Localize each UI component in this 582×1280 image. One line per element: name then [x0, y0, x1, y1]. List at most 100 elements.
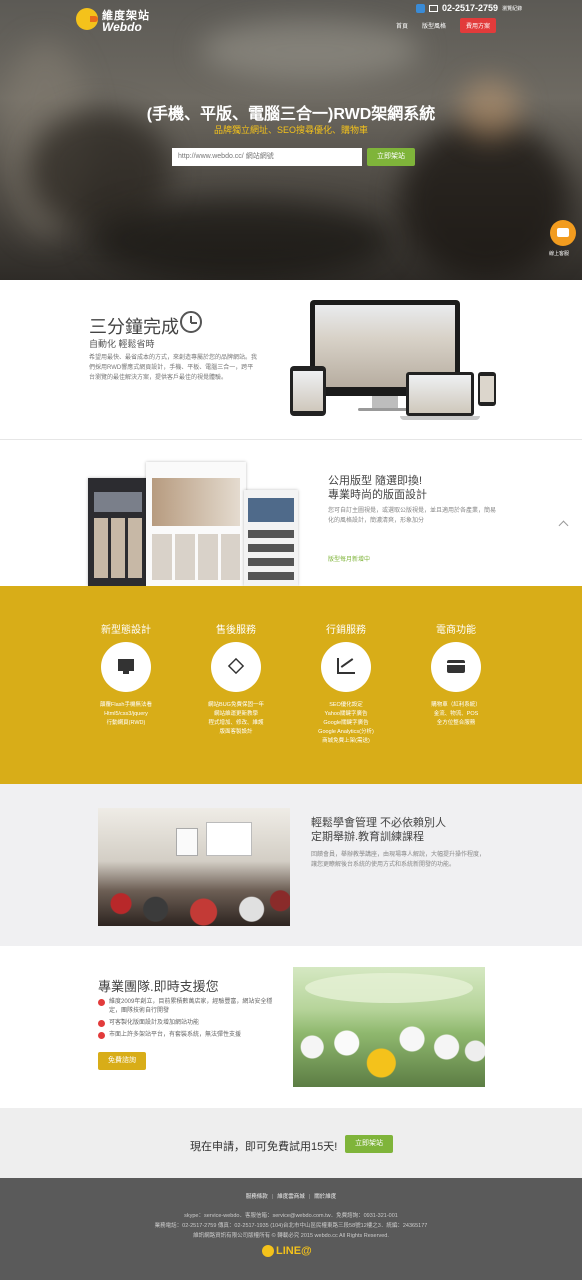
bird-icon	[262, 1245, 274, 1257]
hero-bg-shape	[200, 20, 420, 80]
template-preview	[244, 490, 298, 586]
feature-line: 全方位整合服務	[436, 720, 476, 726]
feature-line: 購物車（紅利系統）	[431, 702, 481, 708]
section-text: 您可自訂主圖視覺，或選取公版視覺，並且適用於各產業，簡易化的風格設計，簡濃清爽，…	[328, 508, 497, 524]
section-heading: 三分鐘完成	[89, 317, 179, 337]
section-quick-setup: 三分鐘完成 自動化 輕鬆省時 希望用最快、最省成本的方式，來創造專屬於您的品牌網…	[0, 280, 582, 440]
feature-desc: 購物車（紅利系統） 金流、物流、POS 全方位整合服務	[401, 701, 511, 728]
feature-desc: 顛覆Flash手機無法看 Html5/css3/jquery 行動網頁(RWD)	[71, 701, 181, 728]
section-heading: 專業團隊.即時支援您	[98, 979, 219, 994]
section-heading: 公用版型 隨選即換! 專業時尚的版面設計	[328, 474, 528, 502]
hero-bg-shape	[400, 120, 570, 280]
list-item: 維度2009年創立，目前累積數萬店家，經驗豐富，網站安全穩定，團隊技術自行開發	[98, 998, 278, 1016]
template-preview	[146, 462, 246, 586]
chat-label[interactable]: 線上客服	[549, 250, 569, 257]
classroom-photo	[98, 808, 290, 926]
feature-title: 行銷服務	[326, 625, 366, 636]
heading-line: 專業時尚的版面設計	[328, 489, 427, 501]
check-icon	[98, 999, 105, 1006]
section-subheading: 自動化 輕鬆省時	[89, 339, 155, 349]
laptop-keyboard	[400, 416, 480, 420]
hero-start-button[interactable]: 立即架站	[367, 148, 415, 166]
history-link[interactable]: 瀏覽紀錄	[502, 5, 522, 12]
feature-line: Google關鍵字廣告	[323, 720, 369, 726]
section-text: 希望用最快、最省成本的方式，來創造專屬於您的品牌網站。我們採用RWD響應式網頁設…	[89, 355, 258, 381]
templates-link[interactable]: 版型每月新增中	[328, 554, 370, 563]
free-consult-button[interactable]: 免費諮詢	[98, 1052, 146, 1070]
contact-bar: 02-2517-2759 瀏覽紀錄	[416, 3, 522, 13]
clock-icon	[180, 311, 202, 333]
line-at-logo[interactable]: LINE@	[262, 1244, 312, 1258]
main-nav: 首頁 版型風格 費用方案	[396, 18, 497, 33]
laptop-image	[400, 372, 480, 424]
team-members	[293, 1007, 485, 1087]
list-item: 市面上許多架站平台，有套裝系統，無法彈性支援	[98, 1031, 278, 1040]
card-icon	[447, 660, 465, 673]
footer-links: 服務條款 | 維度雲商城 | 關於維度	[0, 1192, 582, 1200]
feature-circle	[211, 642, 261, 692]
site-logo[interactable]: 維度架站 Webdo	[76, 6, 156, 34]
feature-title: 新型態設計	[101, 625, 151, 636]
feature-circle	[321, 642, 371, 692]
footer-address: 業務電話：02-2517-2759 傳真：02-2517-1935 (104)台…	[154, 1223, 428, 1229]
team-feature-list: 維度2009年創立，目前累積數萬店家，經驗豐富，網站安全穩定，團隊技術自行開發 …	[98, 998, 278, 1043]
feature-title: 售後服務	[216, 625, 256, 636]
feature-line: 程式增加、修改、維護	[208, 720, 264, 726]
list-item-text: 可客製化版面設計及增加網站功能	[109, 1020, 200, 1026]
chat-icon[interactable]	[550, 220, 576, 246]
list-item-text: 市面上許多架站平台，有套裝系統，無法彈性支援	[109, 1032, 242, 1038]
team-banner	[305, 973, 473, 1003]
diamond-icon	[227, 657, 245, 675]
template-screenshots	[88, 462, 298, 586]
mail-icon[interactable]	[429, 4, 438, 12]
laptop-screen	[406, 372, 474, 416]
phone-number: 02-2517-2759	[442, 3, 499, 13]
feature-title: 電商功能	[436, 625, 476, 636]
nav-item-templates[interactable]: 版型風格	[422, 21, 446, 30]
trial-text: 現在申請，即可免費試用15天!	[190, 1141, 338, 1153]
list-item: 可客製化版面設計及增加網站功能	[98, 1019, 278, 1028]
hero-subtitle: 品牌獨立網址、SEO搜尋優化、購物車	[213, 125, 368, 135]
footer-link-mall[interactable]: 維度雲商城	[277, 1194, 305, 1200]
trial-cta: 現在申請，即可免費試用15天! 立即架站	[0, 1108, 582, 1178]
feature-line: 網站維運更新教學	[213, 711, 258, 717]
heading-line: 定期舉辦.教育訓練課程	[311, 831, 425, 843]
feature-line: Html5/css3/jquery	[104, 711, 148, 717]
site-footer: 服務條款 | 維度雲商城 | 關於維度 skype：service-webdo．客服信箱…	[0, 1178, 582, 1280]
projector-screen	[206, 822, 252, 856]
feature-line: 顛覆Flash手機無法看	[100, 702, 152, 708]
section-team: 專業團隊.即時支援您 維度2009年創立，目前累積數萬店家，經驗豐富，網站安全穩…	[0, 946, 582, 1108]
list-item-text: 維度2009年創立，目前累積數萬店家，經驗豐富，網站安全穩定，團隊技術自行開發	[109, 999, 273, 1014]
bird-logo-icon	[76, 8, 98, 30]
url-input[interactable]	[172, 148, 362, 166]
trial-start-button[interactable]: 立即架站	[345, 1135, 393, 1153]
audience	[98, 870, 290, 926]
separator: |	[308, 1194, 311, 1200]
feature-line: 版面客製設計	[219, 729, 253, 735]
footer-link-about[interactable]: 關於維度	[314, 1194, 336, 1200]
check-icon	[98, 1020, 105, 1027]
section-features: 新型態設計 顛覆Flash手機無法看 Html5/css3/jquery 行動網…	[0, 586, 582, 784]
skype-icon[interactable]	[416, 3, 425, 13]
whiteboard	[176, 828, 198, 856]
devices-illustration	[290, 300, 500, 430]
section-training: 輕鬆學會管理 不必依賴別人 定期舉辦.教育訓練課程 回饋會員，舉辦教學講座，由現…	[0, 784, 582, 946]
feature-line: SEO優化設定	[329, 702, 363, 708]
feature-line: 行動網頁(RWD)	[106, 720, 146, 726]
nav-pricing-button[interactable]: 費用方案	[460, 18, 497, 33]
feature-desc: 網站BUG免費保固一年 網站維運更新教學 程式增加、修改、維護 版面客製設計	[181, 701, 291, 737]
check-icon	[98, 1032, 105, 1039]
nav-item-home[interactable]: 首頁	[396, 21, 408, 30]
chevron-up-icon[interactable]	[556, 516, 572, 532]
team-photo	[293, 967, 485, 1087]
section-text: 回饋會員，舉辦教學講座，由現場專人解說，大幅提升操作程度，讓您更瞭解後台系統的使…	[311, 852, 486, 868]
feature-line: Yahoo關鍵字廣告	[324, 711, 368, 717]
section-heading: 輕鬆學會管理 不必依賴別人 定期舉辦.教育訓練課程	[311, 816, 511, 844]
hero-bg-shape	[90, 200, 390, 280]
hero-banner: 維度架站 Webdo 02-2517-2759 瀏覽紀錄 首頁 版型風格 費用方…	[0, 0, 582, 280]
separator: |	[271, 1194, 274, 1200]
feature-desc: SEO優化設定 Yahoo關鍵字廣告 Google關鍵字廣告 Google An…	[291, 701, 401, 746]
footer-link-terms[interactable]: 服務條款	[246, 1194, 268, 1200]
feature-line: 金流、物流、POS	[433, 711, 479, 717]
feature-circle	[101, 642, 151, 692]
